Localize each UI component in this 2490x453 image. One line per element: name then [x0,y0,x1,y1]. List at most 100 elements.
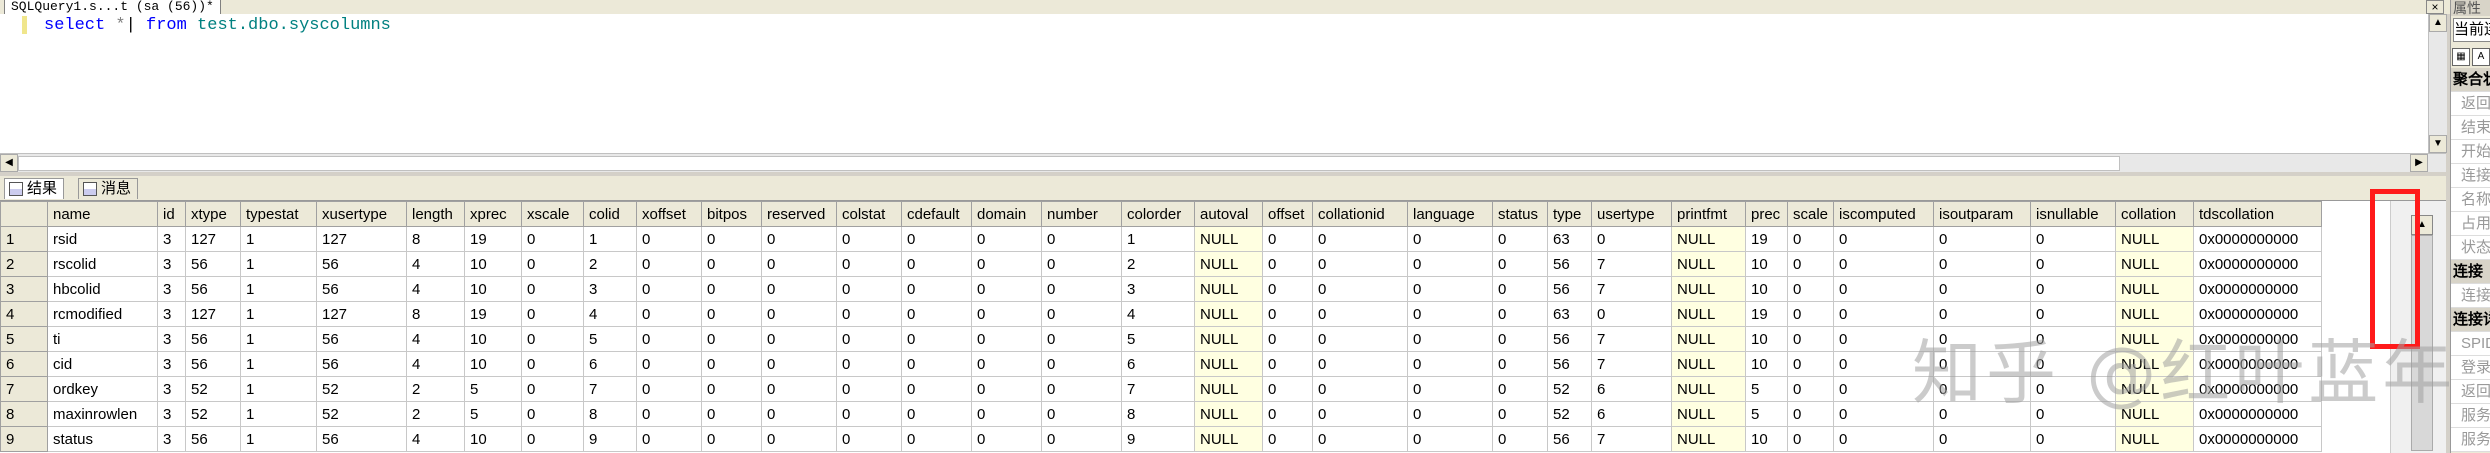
close-icon[interactable]: × [2426,0,2444,14]
column-header[interactable]: id [157,201,186,227]
column-header[interactable]: iscomputed [1833,201,1934,227]
table-row[interactable]: 2 rscolid 3 56 1 56 4 10 0 2 0 0 0 0 0 0 0 2 NULL 0 0 0 0 56 7 NU… [0,251,2322,277]
grid-cell: 0 [1407,376,1493,402]
column-header[interactable]: isoutparam [1933,201,2031,227]
grid-cell: 0 [836,301,902,327]
column-header[interactable]: type [1547,201,1592,227]
column-header[interactable]: xprec [464,201,522,227]
column-header[interactable]: autoval [1194,201,1263,227]
grid-cell: 56 [316,251,407,277]
column-header[interactable]: offset [1262,201,1313,227]
column-header[interactable]: status [1492,201,1548,227]
column-header[interactable]: number [1041,201,1122,227]
grid-cell: 0 [971,251,1042,277]
column-header[interactable]: colstat [836,201,902,227]
property-row[interactable]: 状态 [2451,236,2490,260]
table-row[interactable]: 3 hbcolid 3 56 1 56 4 10 0 3 0 0 0 0 0 0 0 3 NULL 0 0 0 0 56 7 NU… [0,276,2322,302]
row-number[interactable]: 9 [0,426,48,452]
categorized-icon[interactable]: ▦ [2452,48,2470,66]
editor-horizontal-scrollbar[interactable]: ◀ ▶ [0,153,2446,172]
property-row[interactable]: 开始时 [2451,140,2490,164]
column-header[interactable]: colid [583,201,637,227]
tab-results[interactable]: 结果 [4,178,65,199]
property-category[interactable]: 连接 [2451,260,2490,284]
column-header[interactable]: xoffset [636,201,702,227]
property-row[interactable]: 服务器 [2451,404,2490,428]
row-number[interactable]: 8 [0,401,48,427]
property-row[interactable]: 连接名 [2451,284,2490,308]
column-header[interactable]: typestat [240,201,317,227]
column-header[interactable]: scale [1787,201,1834,227]
row-number[interactable]: 3 [0,276,48,302]
column-header[interactable]: cdefault [901,201,972,227]
grid-cell: 0 [836,376,902,402]
scroll-up-icon[interactable]: ▲ [2429,14,2447,32]
tab-messages[interactable]: 消息 [78,178,139,199]
editor-scroll-thumb[interactable] [18,156,2120,171]
row-number[interactable]: 1 [0,226,48,252]
grid-cell: 0 [1407,326,1493,352]
column-header[interactable]: language [1407,201,1493,227]
column-header[interactable]: xusertype [316,201,407,227]
grid-cell: 0 [1041,251,1122,277]
column-header[interactable]: bitpos [701,201,762,227]
property-row[interactable]: 结束时 [2451,116,2490,140]
property-row[interactable]: 登录名 [2451,356,2490,380]
grid-cell: 56 [185,251,241,277]
grid-cell: 0 [521,251,584,277]
property-row[interactable]: 服务器 [2451,428,2490,452]
grid-cell: maxinrowlen [47,401,158,427]
grid-cell: 0 [761,301,837,327]
row-number[interactable]: 5 [0,326,48,352]
row-number[interactable]: 2 [0,251,48,277]
editor-vertical-scrollbar[interactable]: ▲ ▼ [2428,14,2447,153]
alphabetical-icon[interactable]: A [2472,48,2490,66]
property-category[interactable]: 聚合状 [2451,68,2490,92]
row-number[interactable]: 7 [0,376,48,402]
column-header[interactable]: usertype [1591,201,1672,227]
query-editor[interactable]: select *| from test.dbo.syscolumns ▲ ▼ [0,14,2447,153]
column-header[interactable]: collation [2115,201,2194,227]
scroll-right-icon[interactable]: ▶ [2410,154,2428,172]
grid-cell: 0 [1591,226,1672,252]
grid-cell: 7 [1591,276,1672,302]
grid-cell: 0 [1787,401,1834,427]
grid-cell: 6 [1121,351,1195,377]
column-header[interactable]: xtype [185,201,241,227]
column-header[interactable]: reserved [761,201,837,227]
grid-cell: 6 [1591,376,1672,402]
grid-cell: 63 [1547,226,1592,252]
property-row[interactable]: 返回的 [2451,92,2490,116]
column-header[interactable]: prec [1745,201,1788,227]
column-header[interactable]: colorder [1121,201,1195,227]
query-text[interactable]: select *| from test.dbo.syscolumns [44,14,391,38]
column-header[interactable]: isnullable [2030,201,2116,227]
column-header[interactable]: length [406,201,465,227]
scroll-left-icon[interactable]: ◀ [0,154,18,172]
query-tab-title[interactable]: SQLQuery1.s...t (sa (56))* [4,0,221,14]
column-header[interactable]: tdscollation [2193,201,2322,227]
table-row[interactable]: 1 rsid 3 127 1 127 8 19 0 1 0 0 0 0 0 0 0 1 NULL 0 0 0 0 63 0 NUL… [0,226,2322,252]
column-header[interactable]: printfmt [1671,201,1746,227]
grid-cell: 6 [1591,401,1672,427]
property-category[interactable]: 连接详 [2451,308,2490,332]
column-header[interactable]: name [47,201,158,227]
column-header[interactable]: xscale [521,201,584,227]
grid-cell: NULL [1671,376,1746,402]
property-row[interactable]: 名称 [2451,188,2490,212]
property-row[interactable]: SPID [2451,332,2490,356]
grid-cell: 0 [1787,226,1834,252]
column-header[interactable]: domain [971,201,1042,227]
grid-cell: 0 [836,426,902,452]
grid-corner-cell[interactable] [0,201,48,227]
row-number[interactable]: 6 [0,351,48,377]
grid-cell: 1 [240,326,317,352]
property-row[interactable]: 返回的 [2451,380,2490,404]
property-row[interactable]: 占用时 [2451,212,2490,236]
column-header[interactable]: collationid [1312,201,1408,227]
properties-object-combo[interactable]: 当前连 [2453,18,2490,42]
scroll-down-icon[interactable]: ▼ [2429,135,2447,153]
property-row[interactable]: 连接失 [2451,164,2490,188]
table-row[interactable]: 9 status 3 56 1 56 4 10 0 9 0 0 0 0 0 0 0 9 NULL 0 0 0 0 56 7 NUL… [0,426,2322,452]
row-number[interactable]: 4 [0,301,48,327]
